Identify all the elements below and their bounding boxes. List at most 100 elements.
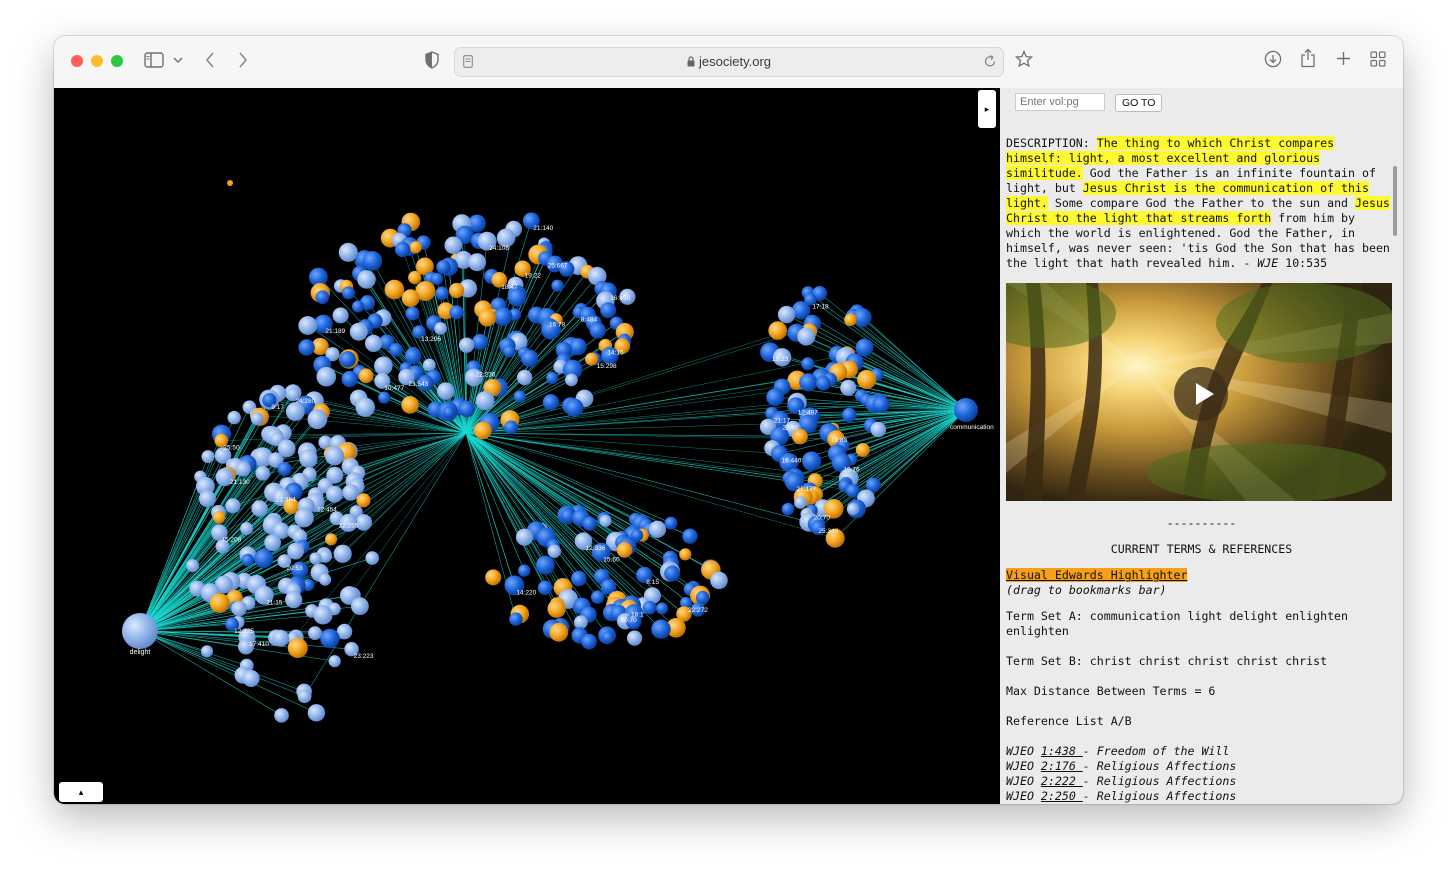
play-button[interactable] [1174, 367, 1228, 421]
graph-node-light[interactable] [840, 379, 857, 396]
graph-node-dark[interactable] [536, 555, 555, 575]
graph-node-dark[interactable] [591, 590, 605, 604]
graph-node-light[interactable] [332, 307, 349, 324]
graph-node-dark[interactable] [520, 349, 539, 367]
hub-node-communication[interactable] [954, 398, 978, 422]
graph-node-light[interactable] [285, 591, 303, 609]
highlighter-bookmarklet-link[interactable]: Visual Edwards Highlighter [1006, 568, 1188, 582]
forward-arrow-icon[interactable] [237, 51, 249, 69]
graph-node-light[interactable] [201, 450, 215, 464]
graph-node-light[interactable] [274, 708, 289, 723]
reload-icon[interactable] [983, 54, 997, 69]
graph-node-dark[interactable] [298, 339, 315, 356]
graph-node-light[interactable] [627, 630, 643, 646]
graph-node-orange[interactable] [485, 569, 502, 586]
graph-node-orange[interactable] [844, 313, 857, 327]
graph-node-dark[interactable] [504, 420, 518, 435]
graph-node-light[interactable] [264, 534, 281, 552]
graph-node-dark[interactable] [601, 631, 615, 644]
graph-node-light[interactable] [444, 236, 463, 255]
bookmark-star-icon[interactable] [1015, 50, 1033, 68]
graph-node-light[interactable] [434, 322, 447, 335]
graph-node-light[interactable] [255, 466, 270, 481]
graph-node-dark[interactable] [642, 600, 657, 615]
graph-node-light[interactable] [648, 520, 667, 538]
download-icon[interactable] [1264, 50, 1282, 68]
graph-node-orange[interactable] [408, 270, 422, 285]
graph-node-orange[interactable] [401, 289, 420, 308]
reference-link[interactable]: 1:438 [1041, 744, 1083, 758]
graph-node-dark[interactable] [551, 279, 564, 292]
graph-node-light[interactable] [307, 409, 328, 430]
graph-node-dark[interactable] [443, 406, 455, 419]
graph-node-dark[interactable] [695, 590, 710, 605]
graph-node-dark[interactable] [342, 286, 355, 300]
graph-node-dark[interactable] [405, 306, 420, 321]
graph-node-orange[interactable] [325, 533, 338, 546]
address-bar[interactable]: jesociety.org [454, 47, 1004, 77]
graph-node-light[interactable] [475, 391, 495, 411]
graph-node-orange[interactable] [855, 443, 870, 457]
graph-node-dark[interactable] [816, 375, 831, 391]
graph-node-orange[interactable] [478, 309, 496, 327]
graph-node-dark[interactable] [436, 260, 451, 275]
graph-node-light[interactable] [342, 484, 360, 501]
graph-node-dark[interactable] [352, 300, 364, 313]
graph-node-light[interactable] [308, 626, 322, 640]
graph-node-dark[interactable] [801, 357, 815, 371]
reference-link[interactable]: 2:222 [1041, 774, 1083, 788]
graph-node-light[interactable] [547, 544, 561, 558]
graph-node-light[interactable] [333, 544, 352, 563]
graph-node-light[interactable] [374, 356, 393, 376]
graph-node-dark[interactable] [656, 602, 669, 615]
graph-node-dark[interactable] [571, 570, 587, 587]
graph-node-light[interactable] [422, 358, 436, 372]
graph-node-light[interactable] [870, 421, 887, 438]
graph-node-light[interactable] [272, 629, 290, 647]
graph-node-light[interactable] [325, 446, 345, 466]
graph-node-dark[interactable] [589, 322, 606, 339]
graph-node-dark[interactable] [509, 612, 523, 626]
graph-node-dark[interactable] [546, 371, 559, 385]
graph-node-light[interactable] [250, 412, 264, 426]
graph-node-orange[interactable] [356, 493, 371, 508]
graph-node-dark[interactable] [600, 302, 617, 319]
graph-node-light[interactable] [240, 522, 254, 535]
graph-node-dark[interactable] [872, 396, 890, 413]
graph-node-light[interactable] [309, 552, 322, 565]
graph-node-dark[interactable] [458, 401, 475, 418]
close-window-button[interactable] [71, 55, 83, 67]
graph-node-orange[interactable] [449, 282, 465, 299]
graph-node-dark[interactable] [241, 553, 255, 567]
graph-node-dark[interactable] [449, 305, 464, 320]
graph-node-dark[interactable] [781, 502, 795, 516]
share-icon[interactable] [1300, 48, 1316, 68]
back-arrow-icon[interactable] [204, 51, 216, 69]
graph-node-dark[interactable] [518, 564, 531, 577]
graph-node-dark[interactable] [472, 333, 489, 350]
graph-node-dark[interactable] [254, 548, 274, 569]
graph-node-light[interactable] [516, 369, 533, 386]
vol-page-input[interactable] [1015, 93, 1105, 111]
graph-node-dark[interactable] [799, 373, 818, 392]
graph-node-light[interactable] [298, 316, 318, 335]
graph-node-light[interactable] [242, 670, 260, 687]
graph-node-dark[interactable] [582, 516, 597, 531]
graph-node-light[interactable] [227, 410, 241, 425]
graph-node-light[interactable] [294, 508, 314, 528]
collapse-panel-button[interactable]: ▸ [978, 90, 996, 128]
graph-node-dark[interactable] [339, 351, 356, 368]
graph-node-orange[interactable] [679, 548, 692, 561]
minimize-window-button[interactable] [91, 55, 103, 67]
new-tab-icon[interactable] [1336, 51, 1351, 66]
privacy-shield-icon[interactable] [425, 51, 439, 69]
graph-node-light[interactable] [225, 498, 241, 514]
graph-node-light[interactable] [251, 500, 268, 517]
graph-node-light[interactable] [515, 528, 534, 546]
graph-node-dark[interactable] [435, 286, 449, 300]
graph-node-dark[interactable] [503, 345, 516, 358]
graph-node-light[interactable] [338, 242, 358, 262]
graph-node-light[interactable] [565, 373, 578, 387]
graph-node-light[interactable] [599, 514, 612, 527]
graph-node-light[interactable] [777, 305, 796, 324]
